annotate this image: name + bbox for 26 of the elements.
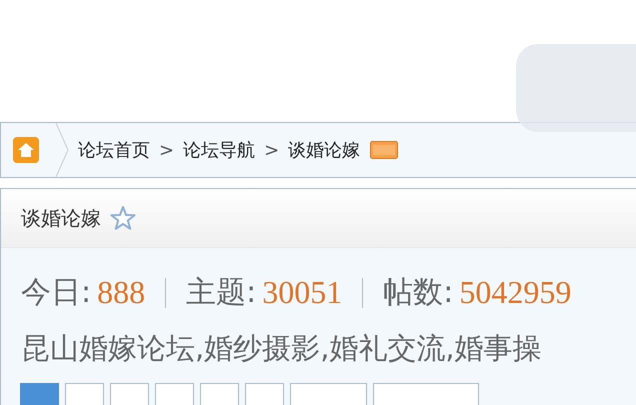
breadcrumb-separator: > xyxy=(159,140,174,160)
tab[interactable] xyxy=(110,383,149,405)
forum-description: 昆山婚嫁论坛,婚纱摄影,婚礼交流,婚事操 xyxy=(20,330,543,367)
stat-value: 30051 xyxy=(262,274,342,311)
tab[interactable] xyxy=(200,383,239,405)
breadcrumb-link[interactable]: 谈婚论嫁 xyxy=(288,138,360,162)
breadcrumb-link[interactable]: 论坛导航 xyxy=(183,138,256,162)
home-icon[interactable] xyxy=(13,137,39,163)
tab[interactable] xyxy=(20,383,59,405)
stat-label: 帖数: xyxy=(383,274,454,312)
tab[interactable] xyxy=(155,383,194,405)
stat-label: 主题: xyxy=(186,274,256,312)
stat-label: 今日: xyxy=(21,274,92,312)
tab[interactable] xyxy=(245,383,284,405)
breadcrumb-separator: > xyxy=(264,140,280,160)
tab[interactable] xyxy=(290,383,367,405)
stat-value: 5042959 xyxy=(459,274,572,311)
tab[interactable] xyxy=(373,383,479,405)
forum-title: 谈婚论嫁 xyxy=(21,204,101,232)
breadcrumb-link[interactable]: 论坛首页 xyxy=(78,138,150,162)
floating-button[interactable] xyxy=(516,44,636,132)
star-icon[interactable] xyxy=(109,204,137,232)
stat-value: 888 xyxy=(97,274,146,311)
tab[interactable] xyxy=(65,383,104,405)
chevron-divider xyxy=(54,123,70,177)
rss-icon[interactable] xyxy=(370,141,398,159)
